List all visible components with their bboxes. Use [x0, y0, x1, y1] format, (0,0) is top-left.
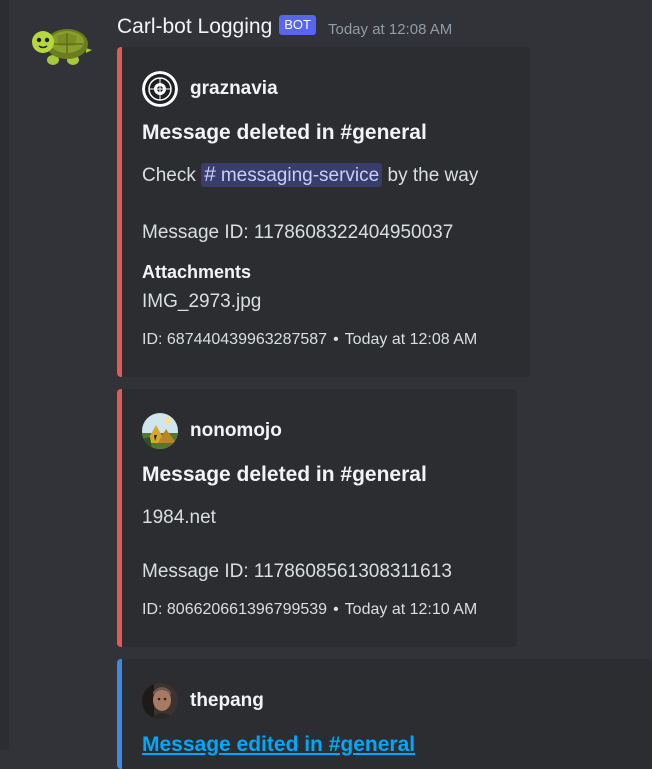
embed-author: graznavia [142, 71, 278, 107]
bot-tag: BOT [279, 15, 316, 35]
landscape-avatar-icon[interactable] [142, 413, 178, 449]
embed-author: thepang [142, 683, 264, 719]
message-timestamp[interactable]: Today at 12:08 AM [328, 21, 452, 38]
embed-author-name[interactable]: thepang [190, 690, 264, 712]
embed-description: Check # messaging-service by the way [142, 163, 478, 187]
footer-separator: • [333, 331, 339, 348]
embed-author-name[interactable]: graznavia [190, 78, 278, 100]
field-value: IMG_2973.jpg [142, 291, 262, 312]
footer-timestamp: Today at 12:08 AM [344, 331, 478, 348]
embed-author: nonomojo [142, 413, 282, 449]
footer-user-id: ID: 687440439963287587 [142, 331, 328, 348]
channel-mention[interactable]: # messaging-service [201, 163, 383, 187]
bot-username[interactable]: Carl-bot Logging [117, 15, 272, 39]
channel-mention-label: messaging-service [220, 165, 380, 186]
message-id-text: Message ID: 1178608561308311613 [142, 561, 452, 582]
channel-hash-icon: # [204, 163, 216, 186]
embed-footer: ID: 806620661396799539 • Today at 12:10 AM [142, 601, 477, 619]
emblem-avatar-icon[interactable] [142, 71, 178, 107]
log-embed-edited: thepang Message edited in #general [117, 659, 652, 769]
embed-title-link[interactable]: Message edited in #general [142, 733, 415, 757]
message-id-text: Message ID: 1178608322404950037 [142, 222, 454, 243]
log-embed-deleted: nonomojo Message deleted in #general 198… [117, 389, 517, 647]
embed-description: 1984.net [142, 507, 216, 528]
log-embed-deleted: graznavia Message deleted in #general Ch… [117, 47, 530, 377]
footer-separator: • [333, 601, 339, 618]
footer-timestamp: Today at 12:10 AM [344, 601, 478, 618]
bot-message: Carl-bot Logging BOT Today at 12:08 AM g… [0, 0, 652, 769]
description-text-after: by the way [387, 165, 479, 186]
message-header: Carl-bot Logging BOT Today at 12:08 AM [117, 12, 452, 42]
person-avatar-icon[interactable] [142, 683, 178, 719]
footer-user-id: ID: 806620661396799539 [142, 601, 328, 618]
turtle-icon[interactable] [31, 20, 93, 68]
description-text-before: Check [142, 165, 196, 186]
embed-footer: ID: 687440439963287587 • Today at 12:08 AM [142, 331, 477, 349]
embed-title: Message deleted in #general [142, 121, 427, 144]
embed-title: Message deleted in #general [142, 463, 427, 486]
embed-author-name[interactable]: nonomojo [190, 420, 282, 442]
field-name: Attachments [142, 262, 252, 282]
